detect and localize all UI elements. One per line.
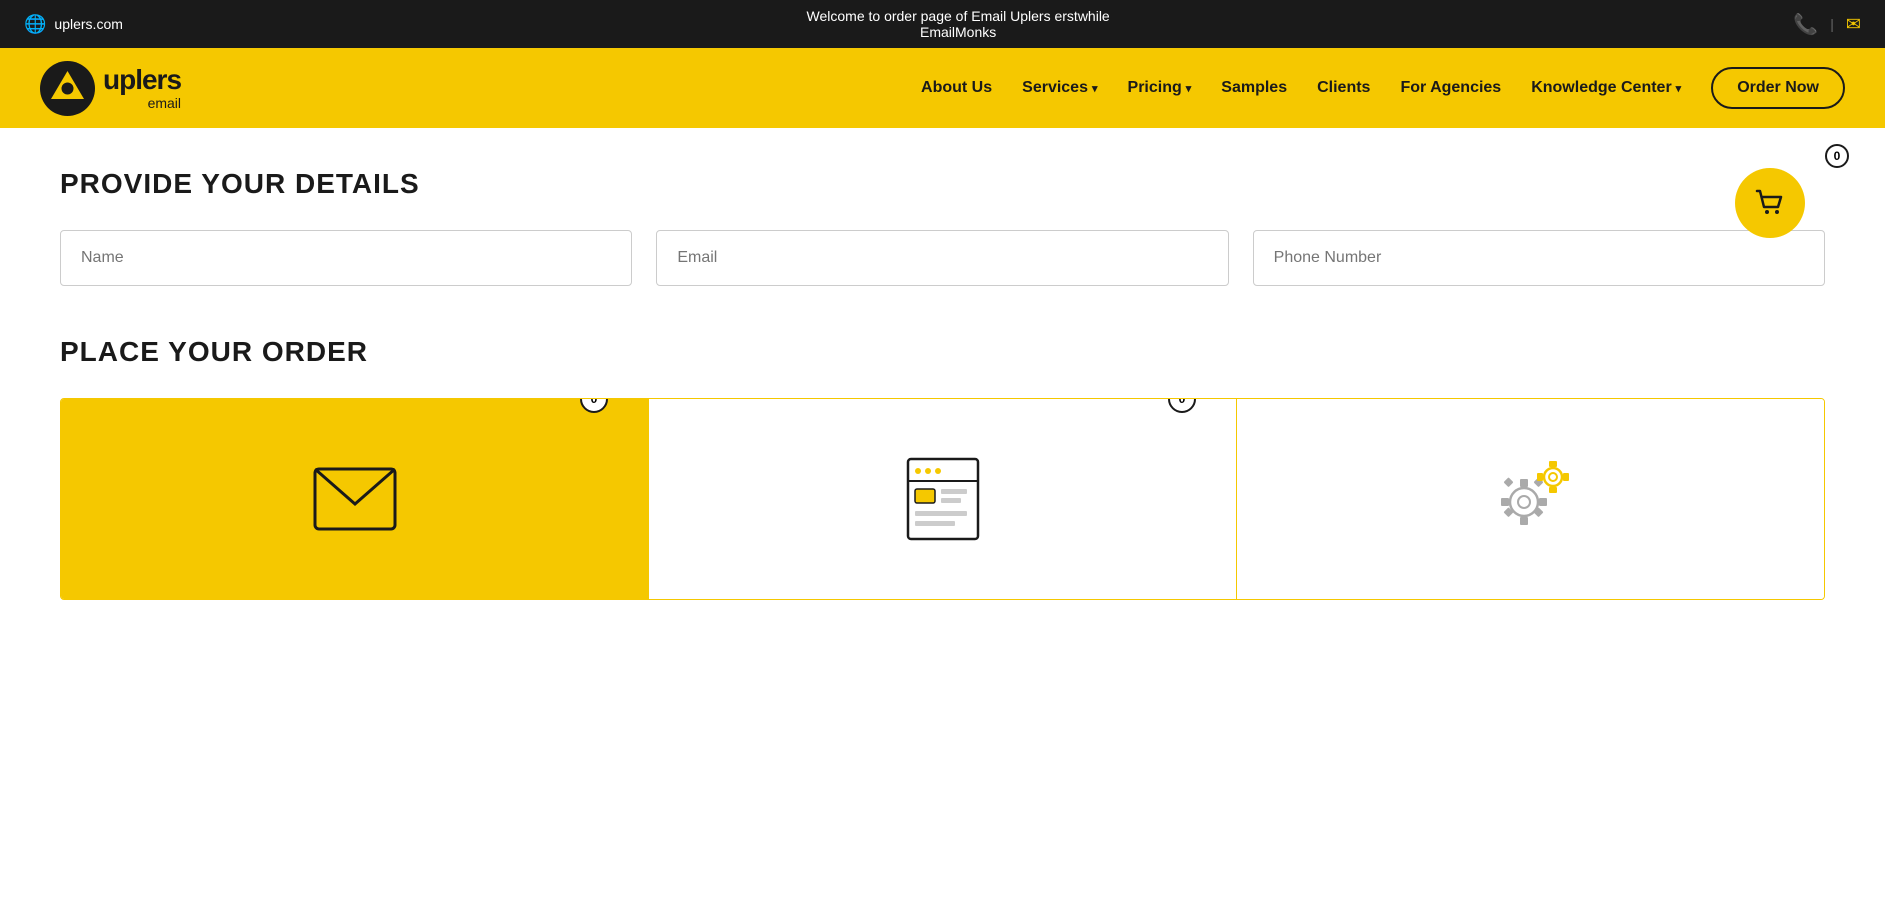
cart-badge: 0 [1825, 144, 1849, 168]
phone-input[interactable] [1253, 230, 1825, 286]
order-card-template[interactable]: 0 [648, 399, 1236, 599]
announcement-text: Welcome to order page of Email Uplers er… [123, 8, 1793, 40]
nav-clients[interactable]: Clients [1317, 79, 1370, 97]
nav-services[interactable]: Services ▾ [1022, 79, 1097, 97]
order-card-services[interactable] [1236, 399, 1824, 599]
email-icon[interactable]: ✉ [1846, 14, 1861, 35]
nav-samples[interactable]: Samples [1221, 79, 1287, 97]
phone-icon[interactable]: 📞 [1793, 12, 1818, 37]
logo[interactable]: uplers email [40, 61, 181, 116]
header: uplers email About Us Services ▾ Pricing… [0, 48, 1885, 128]
details-form [60, 230, 1825, 286]
order-card-template-badge: 0 [1168, 398, 1196, 413]
top-bar-left: 🌐 uplers.com [24, 14, 123, 35]
order-section-title: PLACE YOUR ORDER [60, 336, 1825, 368]
divider: | [1830, 16, 1834, 32]
main-content: 0 PROVIDE YOUR DETAILS PLACE YOUR ORDER … [0, 128, 1885, 728]
logo-email: email [103, 96, 181, 111]
order-now-button[interactable]: Order Now [1711, 67, 1845, 109]
order-card-email[interactable]: 0 [61, 399, 648, 599]
layout-icon [903, 454, 983, 544]
site-name[interactable]: uplers.com [54, 16, 122, 32]
cart-icon [1752, 185, 1788, 221]
pricing-dropdown-arrow: ▾ [1186, 82, 1192, 95]
services-dropdown-arrow: ▾ [1092, 82, 1098, 95]
logo-text: uplers email [103, 65, 181, 111]
order-card-email-badge: 0 [580, 398, 608, 413]
nav-pricing[interactable]: Pricing ▾ [1128, 79, 1192, 97]
gears-icon [1481, 454, 1581, 544]
knowledge-dropdown-arrow: ▾ [1676, 82, 1682, 95]
nav-knowledge-center[interactable]: Knowledge Center ▾ [1531, 79, 1681, 97]
main-nav: About Us Services ▾ Pricing ▾ Samples Cl… [921, 67, 1845, 109]
globe-icon: 🌐 [24, 14, 46, 35]
top-bar: 🌐 uplers.com Welcome to order page of Em… [0, 0, 1885, 48]
nav-for-agencies[interactable]: For Agencies [1400, 79, 1501, 97]
cart-button[interactable] [1735, 168, 1805, 238]
envelope-icon [310, 464, 400, 534]
logo-icon [40, 61, 95, 116]
details-section-title: PROVIDE YOUR DETAILS [60, 168, 1825, 200]
nav-about-us[interactable]: About Us [921, 79, 992, 97]
order-cards-container: 0 0 [60, 398, 1825, 600]
top-bar-contacts: 📞 | ✉ [1793, 12, 1861, 37]
logo-uplers: uplers [103, 65, 181, 96]
name-input[interactable] [60, 230, 632, 286]
email-input[interactable] [656, 230, 1228, 286]
